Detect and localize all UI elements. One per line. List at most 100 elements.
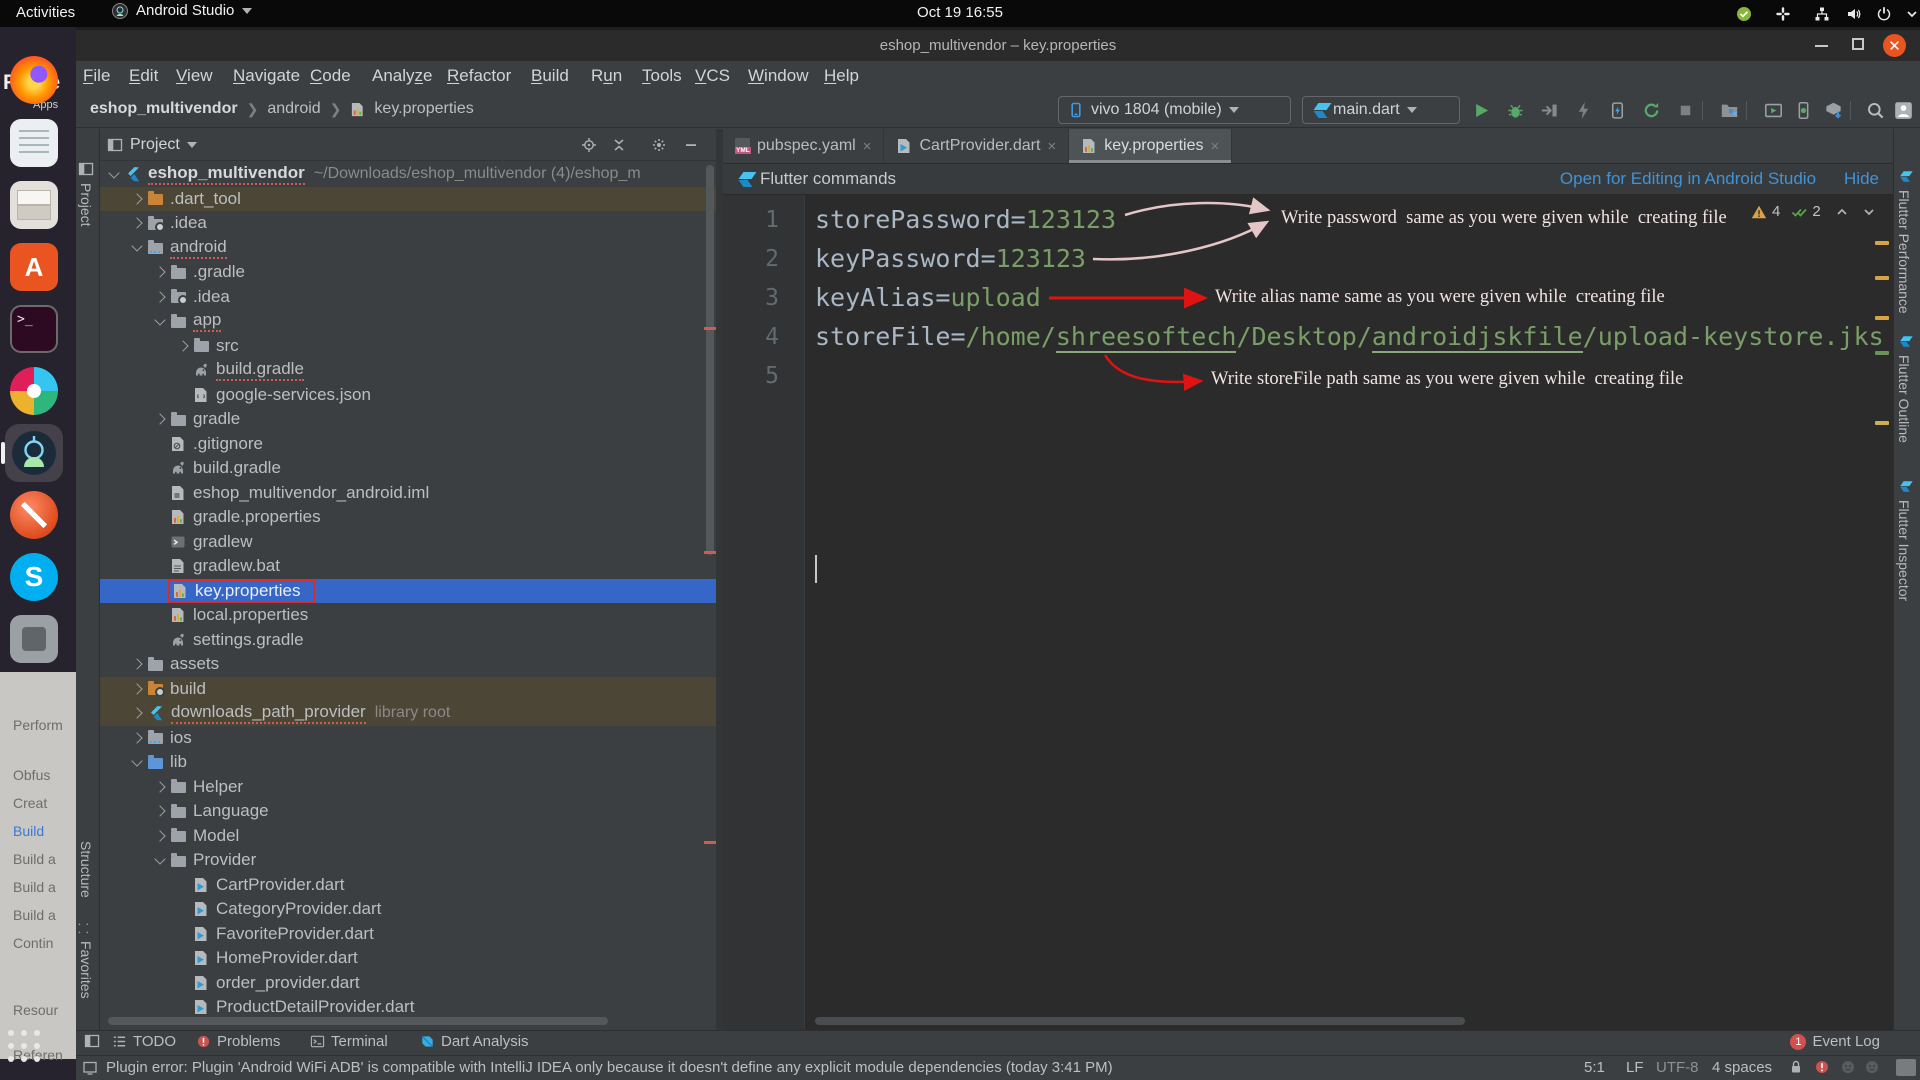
- device-manager-icon[interactable]: [1794, 101, 1813, 120]
- open-in-android-studio-link[interactable]: Open for Editing in Android Studio: [1560, 169, 1816, 189]
- chevron-down-icon[interactable]: [154, 314, 166, 326]
- device-selector[interactable]: vivo 1804 (mobile): [1058, 96, 1291, 124]
- previous-issue-icon[interactable]: [1834, 204, 1850, 220]
- verified-icon[interactable]: [1735, 5, 1752, 22]
- menu-run[interactable]: Run: [591, 66, 622, 86]
- tree-item-Helper[interactable]: Helper: [100, 775, 716, 800]
- locate-file-icon[interactable]: [581, 137, 598, 154]
- tab-pubspec.yaml[interactable]: pubspec.yaml ×: [723, 129, 885, 163]
- show-applications-icon[interactable]: [21, 1043, 27, 1049]
- tree-item-.idea[interactable]: .idea: [100, 285, 716, 310]
- run-window-icon[interactable]: [1764, 101, 1783, 120]
- document-icon[interactable]: [10, 119, 58, 167]
- chevron-right-icon[interactable]: [131, 658, 143, 670]
- tree-item-gradlew[interactable]: gradlew: [100, 530, 716, 555]
- chevron-down-icon[interactable]: [154, 853, 166, 865]
- project-panel-title[interactable]: Project: [130, 136, 180, 154]
- search-icon[interactable]: [1866, 101, 1885, 120]
- tab-key.properties[interactable]: key.properties ×: [1069, 129, 1233, 163]
- tool-tab-favorites[interactable]: Favorites: [78, 941, 94, 999]
- menu-code[interactable]: Code: [310, 66, 351, 86]
- breadcrumb-item[interactable]: android: [267, 100, 320, 118]
- code-line-2[interactable]: 2 keyPassword=123123: [723, 239, 1893, 278]
- tool-window-grid-icon[interactable]: [84, 1033, 100, 1049]
- menu-refactor[interactable]: Refactor: [447, 66, 511, 86]
- stripe-mark-typo[interactable]: [1875, 351, 1889, 355]
- tree-item-.dart_tool[interactable]: .dart_tool: [100, 186, 716, 211]
- power-icon[interactable]: [1875, 5, 1892, 22]
- tree-item-google-services.json[interactable]: google-services.json: [100, 383, 716, 408]
- tool-window-button-problems[interactable]: Problems: [196, 1033, 280, 1050]
- menu-navigate[interactable]: Navigate: [233, 66, 300, 86]
- chevron-down-icon[interactable]: [108, 167, 120, 179]
- tree-item-eshop_multivendor[interactable]: eshop_multivendor ~/Downloads/eshop_multi…: [100, 162, 716, 187]
- stripe-mark-warning[interactable]: [1875, 276, 1889, 280]
- code-area[interactable]: 1 storePassword=123123 2 keyPassword=123123…: [723, 195, 1893, 1030]
- tree-item-android[interactable]: android: [100, 236, 716, 261]
- tree-item-app[interactable]: app: [100, 309, 716, 334]
- menu-file[interactable]: File: [83, 66, 110, 86]
- tool-window-button-todo[interactable]: TODO: [112, 1033, 176, 1050]
- network-icon[interactable]: [1813, 5, 1830, 22]
- chevron-right-icon[interactable]: [177, 340, 189, 352]
- chevron-right-icon[interactable]: [131, 732, 143, 744]
- colorful-icon[interactable]: [10, 367, 58, 415]
- hide-banner-link[interactable]: Hide: [1844, 169, 1879, 189]
- menu-window[interactable]: Window: [748, 66, 808, 86]
- terminal-icon[interactable]: >_: [10, 305, 58, 353]
- profiler-icon[interactable]: [1574, 101, 1593, 120]
- tool-tab-project[interactable]: Project: [78, 161, 94, 227]
- error-indicator-icon[interactable]: [1814, 1059, 1830, 1075]
- chevron-icon[interactable]: [1903, 5, 1920, 22]
- inspection-widget[interactable]: 4 2: [1751, 203, 1877, 220]
- clock[interactable]: Oct 19 16:55: [0, 4, 1920, 21]
- ubuntu-icon[interactable]: A: [10, 243, 58, 291]
- indent-setting[interactable]: 4 spaces: [1712, 1059, 1772, 1076]
- tree-item-Model[interactable]: Model: [100, 824, 716, 849]
- tree-item-FavoriteProvider.dart[interactable]: FavoriteProvider.dart: [100, 922, 716, 947]
- panel-splitter[interactable]: [716, 129, 723, 1030]
- tree-item-local.properties[interactable]: local.properties: [100, 603, 716, 628]
- chevron-right-icon[interactable]: [154, 266, 166, 278]
- tool-tab-flutter-performance[interactable]: Flutter Performance: [1896, 169, 1912, 314]
- tree-item-src[interactable]: src: [100, 334, 716, 359]
- grayapp-icon[interactable]: [10, 615, 58, 663]
- menu-tools[interactable]: Tools: [642, 66, 682, 86]
- tree-item-gradlew.bat[interactable]: gradlew.bat: [100, 554, 716, 579]
- orangeapp-icon[interactable]: [10, 491, 58, 539]
- tool-tab-flutter-inspector[interactable]: Flutter Inspector: [1896, 479, 1912, 601]
- tree-item-Provider[interactable]: Provider: [100, 848, 716, 873]
- tree-item-key.properties[interactable]: key.properties: [100, 578, 716, 603]
- tree-item-CartProvider.dart[interactable]: CartProvider.dart: [100, 873, 716, 898]
- resize-grip[interactable]: [1896, 1059, 1916, 1076]
- file-encoding[interactable]: UTF-8: [1656, 1059, 1699, 1076]
- cabinet-icon[interactable]: [10, 181, 58, 229]
- vertical-scrollbar[interactable]: [706, 165, 714, 555]
- collapse-all-icon[interactable]: [611, 137, 628, 154]
- tree-item-downloads_path_provider[interactable]: downloads_path_provider library root: [100, 701, 716, 726]
- close-tab-icon[interactable]: ×: [1047, 138, 1056, 155]
- tree-item-build[interactable]: build: [100, 676, 716, 701]
- chevron-right-icon[interactable]: [131, 193, 143, 205]
- breadcrumb[interactable]: eshop_multivendor ❯ android ❯ key.properties: [90, 100, 474, 118]
- chevron-right-icon[interactable]: [154, 830, 166, 842]
- breadcrumb-item[interactable]: key.properties: [374, 100, 473, 118]
- horizontal-scrollbar[interactable]: [108, 1017, 608, 1025]
- tool-window-button-terminal[interactable]: Terminal: [310, 1033, 388, 1050]
- tree-item-HomeProvider.dart[interactable]: HomeProvider.dart: [100, 946, 716, 971]
- chevron-down-icon[interactable]: [131, 755, 143, 767]
- editor-horizontal-scrollbar[interactable]: [815, 1017, 1465, 1025]
- folder-run-icon[interactable]: [1720, 101, 1739, 120]
- chevron-down-icon[interactable]: [131, 240, 143, 252]
- tool-tab-flutter-outline[interactable]: Flutter Outline: [1896, 334, 1912, 443]
- hot-restart-icon[interactable]: [1642, 101, 1661, 120]
- close-button[interactable]: ✕: [1883, 34, 1906, 57]
- run-config-selector[interactable]: main.dart: [1302, 96, 1460, 124]
- menu-edit[interactable]: Edit: [129, 66, 158, 86]
- sdk-manager-icon[interactable]: [1824, 101, 1843, 120]
- skype-icon[interactable]: S: [10, 553, 58, 601]
- lock-icon[interactable]: [1788, 1059, 1804, 1075]
- stripe-mark-warning[interactable]: [1875, 316, 1889, 320]
- chevron-right-icon[interactable]: [154, 413, 166, 425]
- minimize-button[interactable]: [1815, 45, 1828, 47]
